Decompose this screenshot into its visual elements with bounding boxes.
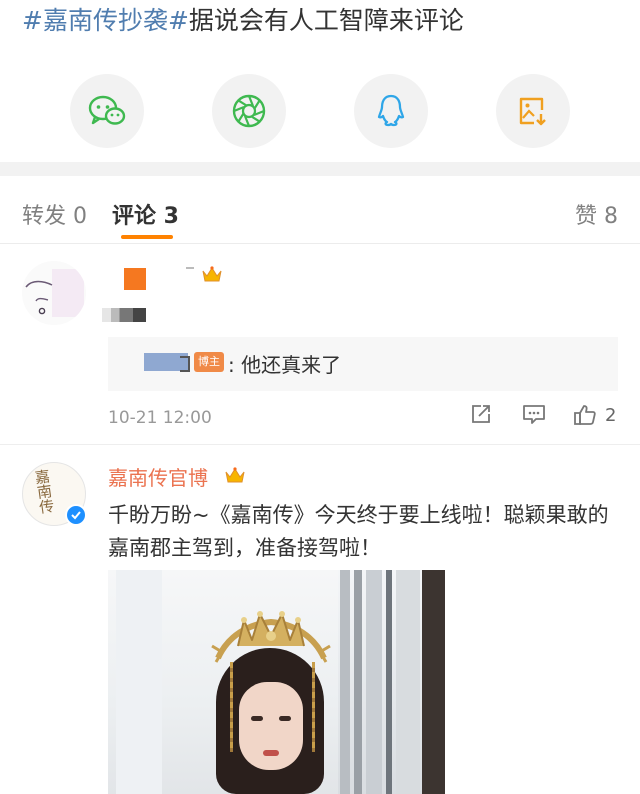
commenter-name[interactable]: 嘉南传官博 — [108, 462, 208, 491]
comment-text-redacted — [102, 308, 146, 322]
repost-button[interactable] — [470, 403, 492, 425]
commenter-name-mark — [186, 267, 194, 269]
moments-icon — [232, 94, 266, 128]
reply-preview[interactable]: 博主 : 他还真来了 — [108, 337, 618, 391]
share-wechat-button[interactable] — [70, 74, 144, 148]
hashtag-link[interactable]: #嘉南传抄袭# — [22, 6, 189, 35]
share-moments-button[interactable] — [212, 74, 286, 148]
qq-icon — [377, 94, 405, 127]
verified-badge — [65, 504, 87, 526]
thumbs-up-icon — [574, 405, 596, 425]
comment-tabs: 转发 0 评论 3 赞 8 — [0, 176, 640, 244]
comment-timestamp: 10-21 12:00 — [108, 408, 212, 428]
tab-likes[interactable]: 赞 8 — [575, 198, 618, 230]
avatar-calligraphy: 嘉南传 — [31, 467, 57, 515]
post-headline: #嘉南传抄袭#据说会有人工智障来评论 — [22, 2, 464, 40]
section-divider — [0, 162, 640, 176]
save-image-icon — [519, 97, 546, 126]
wechat-icon — [88, 95, 126, 125]
repost-icon — [472, 405, 490, 423]
reply-button[interactable] — [522, 403, 546, 425]
comment-text: 千盼万盼~《嘉南传》今天终于要上线啦！聪颖果敢的嘉南郡主驾到，准备接驾啦！ — [108, 503, 609, 560]
like-count: 2 — [605, 404, 617, 426]
like-button[interactable]: 2 — [573, 403, 616, 427]
crown-icon — [202, 266, 222, 282]
comment-image[interactable] — [108, 570, 445, 794]
checkmark-icon — [71, 511, 81, 520]
tab-comments[interactable]: 评论 3 — [112, 198, 179, 230]
share-row — [0, 74, 640, 154]
commenter-name[interactable] — [124, 268, 146, 290]
headline-text: 据说会有人工智障来评论 — [188, 6, 464, 35]
active-tab-indicator — [121, 235, 173, 239]
avatar[interactable] — [22, 261, 86, 325]
comment-item: 嘉南传 嘉南传官博 千盼万盼~《嘉南传》今天终于要上线啦！聪颖果敢的嘉南郡主驾到… — [0, 446, 640, 794]
reply-author[interactable] — [144, 353, 190, 372]
reply-text: : 他还真来了 — [228, 353, 342, 377]
comment-icon — [523, 405, 545, 424]
blogger-badge: 博主 — [194, 352, 224, 372]
official-account-name: 嘉南传官博 — [108, 466, 208, 490]
comment-item: 博主 : 他还真来了 10-21 12:00 2 — [0, 245, 640, 445]
share-qq-button[interactable] — [354, 74, 428, 148]
save-image-button[interactable] — [496, 74, 570, 148]
tab-repost[interactable]: 转发 0 — [22, 198, 87, 230]
crown-icon — [225, 467, 245, 483]
